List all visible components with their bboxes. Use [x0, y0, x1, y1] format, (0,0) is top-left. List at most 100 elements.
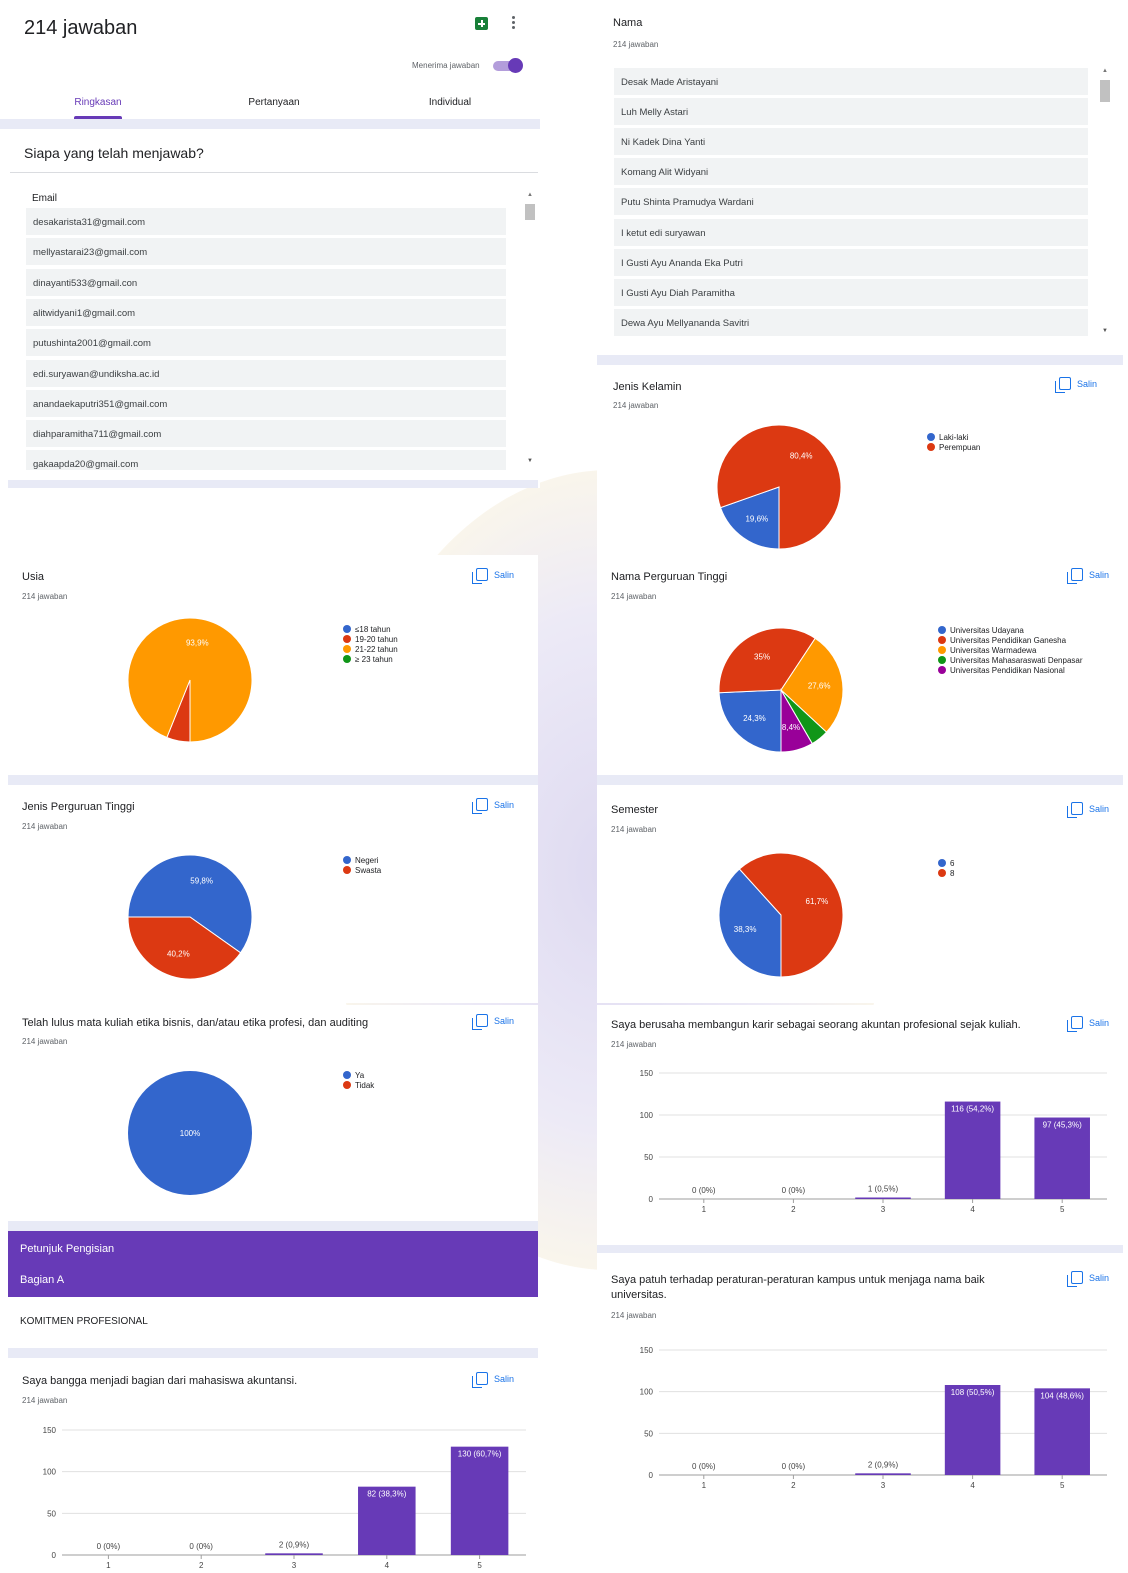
x-tick-label: 4: [970, 1205, 975, 1214]
bar: [855, 1197, 911, 1199]
legend-item: 8: [938, 868, 954, 878]
y-tick-label: 0: [649, 1195, 654, 1204]
email-row: diahparamitha711@gmail.com: [26, 420, 506, 448]
legend-item: 21-22 tahun: [343, 644, 398, 654]
tab-pertanyaan[interactable]: Pertanyaan: [234, 97, 314, 108]
legend-label: ≤18 tahun: [355, 624, 391, 634]
divider: [597, 1245, 1123, 1253]
x-tick-label: 5: [477, 1561, 482, 1570]
y-tick-label: 150: [640, 1346, 654, 1355]
more-options-icon[interactable]: [512, 16, 516, 32]
slice-label: 38,3%: [734, 925, 757, 934]
legend-dot: [938, 656, 946, 664]
chart-legend: ≤18 tahun 19-20 tahun 21-22 tahun ≥ 23 tahu…: [343, 624, 398, 664]
legend-item: Perempuan: [927, 442, 980, 452]
divider: [597, 775, 1123, 785]
legend-dot: [343, 625, 351, 633]
bar-chart: 0 50 100 150 1 0 (0%) 2 0 (0%) 3 1 (0,5%) 4 116 (54…: [640, 1069, 1107, 1214]
email-column-header: Email: [32, 193, 58, 204]
x-tick-label: 2: [199, 1561, 204, 1570]
slice-label: 59,8%: [190, 876, 213, 885]
slice-label: 100%: [180, 1129, 200, 1138]
chart-legend: Universitas Udayana Universitas Pendidika…: [938, 625, 1083, 675]
divider: [8, 1221, 538, 1231]
legend-item: ≤18 tahun: [343, 624, 398, 634]
bar: [944, 1101, 1001, 1199]
chart-legend: 68: [938, 858, 954, 878]
legend-dot: [938, 626, 946, 634]
name-row: I ketut edi suryawan: [614, 218, 1088, 246]
legend-label: 21-22 tahun: [355, 644, 398, 654]
email-list[interactable]: desakarista31@gmail.com mellyastarai23@gm…: [26, 208, 506, 470]
tab-individual[interactable]: Individual: [412, 97, 488, 108]
bar-value-label: 0 (0%): [692, 1186, 716, 1195]
legend-item: Ya: [343, 1070, 374, 1080]
legend-item: Universitas Mahasaraswati Denpasar: [938, 655, 1083, 665]
pie-chart: 38,3% 61,7%: [718, 852, 844, 978]
email-list-scrollbar[interactable]: ▲ ▼: [524, 190, 536, 464]
legend-label: Negeri: [355, 855, 379, 865]
bar-value-label: 2 (0,9%): [279, 1540, 310, 1549]
x-tick-label: 4: [970, 1481, 975, 1490]
legend-item: Tidak: [343, 1080, 374, 1090]
slice-label: 19,6%: [745, 514, 768, 523]
divider: [8, 775, 538, 785]
sheets-icon[interactable]: [475, 17, 488, 30]
pie-chart: 19,6% 80,4%: [716, 424, 842, 550]
bar-value-label: 108 (50,5%): [951, 1388, 995, 1397]
chart-legend: Negeri Swasta: [343, 855, 381, 875]
legend-label: Universitas Warmadewa: [950, 645, 1037, 655]
divider: [597, 355, 1123, 365]
legend-label: Ya: [355, 1070, 365, 1080]
divider: [10, 172, 538, 173]
legend-dot: [343, 856, 351, 864]
nama-list-scrollbar[interactable]: ▲ ▼: [1099, 66, 1111, 334]
slice-label: 24,3%: [743, 714, 766, 723]
email-row: anandaekaputri351@gmail.com: [26, 389, 506, 417]
legend-dot: [927, 433, 935, 441]
name-row: I Gusti Ayu Ananda Eka Putri: [614, 248, 1088, 276]
tab-pertanyaan-label: Pertanyaan: [248, 97, 300, 108]
chart-legend: Ya Tidak: [343, 1070, 374, 1090]
y-tick-label: 50: [644, 1429, 653, 1438]
email-row: gakaapda20@gmail.com: [26, 450, 506, 470]
x-tick-label: 1: [702, 1481, 707, 1490]
y-tick-label: 100: [43, 1468, 57, 1477]
bar-value-label: 0 (0%): [782, 1462, 806, 1471]
tab-ringkasan[interactable]: Ringkasan: [60, 97, 136, 119]
respondents-heading: Siapa yang telah menjawab?: [24, 145, 204, 161]
legend-dot: [938, 869, 946, 877]
legend-label: 6: [950, 858, 955, 868]
bar: [944, 1385, 1001, 1475]
legend-dot: [343, 1071, 351, 1079]
page-title: 214 jawaban: [24, 17, 138, 39]
nama-list[interactable]: Desak Made Aristayani Luh Melly Astari Ni …: [614, 68, 1088, 338]
legend-item: Universitas Pendidikan Ganesha: [938, 635, 1083, 645]
bar: [1034, 1117, 1090, 1199]
accepting-responses-label: Menerima jawaban: [412, 61, 480, 70]
univtype-card: Jenis Perguruan Tinggi 214 jawaban Salin…: [8, 785, 538, 1003]
name-row: Dewa Ayu Mellyananda Savitri: [614, 308, 1088, 336]
tab-individual-label: Individual: [428, 97, 472, 108]
bar-value-label: 0 (0%): [97, 1542, 121, 1551]
legend-dot: [927, 443, 935, 451]
univ-card: Nama Perguruan Tinggi 214 jawaban Salin …: [597, 555, 1123, 775]
bar-value-label: 104 (48,6%): [1040, 1391, 1084, 1400]
email-row: mellyastarai23@gmail.com: [26, 238, 506, 266]
x-tick-label: 3: [881, 1481, 886, 1490]
section-petunjuk-label: Petunjuk Pengisian: [20, 1243, 115, 1255]
legend-label: Tidak: [355, 1080, 375, 1090]
legend-label: 8: [950, 868, 955, 878]
slice-label: 61,7%: [806, 897, 829, 906]
x-tick-label: 2: [791, 1481, 796, 1490]
accepting-responses-toggle[interactable]: [493, 58, 523, 73]
x-tick-label: 3: [292, 1561, 297, 1570]
pie-chart: 93,9%: [127, 617, 253, 743]
y-tick-label: 50: [644, 1153, 653, 1162]
slice-label: 80,4%: [790, 452, 813, 461]
email-row: alitwidyani1@gmail.com: [26, 298, 506, 326]
legend-item: Universitas Udayana: [938, 625, 1083, 635]
name-row: Putu Shinta Pramudya Wardani: [614, 188, 1088, 216]
gender-card: Jenis Kelamin 214 jawaban Salin 19,6% 80,…: [597, 365, 1123, 555]
legend-item: 19-20 tahun: [343, 634, 398, 644]
